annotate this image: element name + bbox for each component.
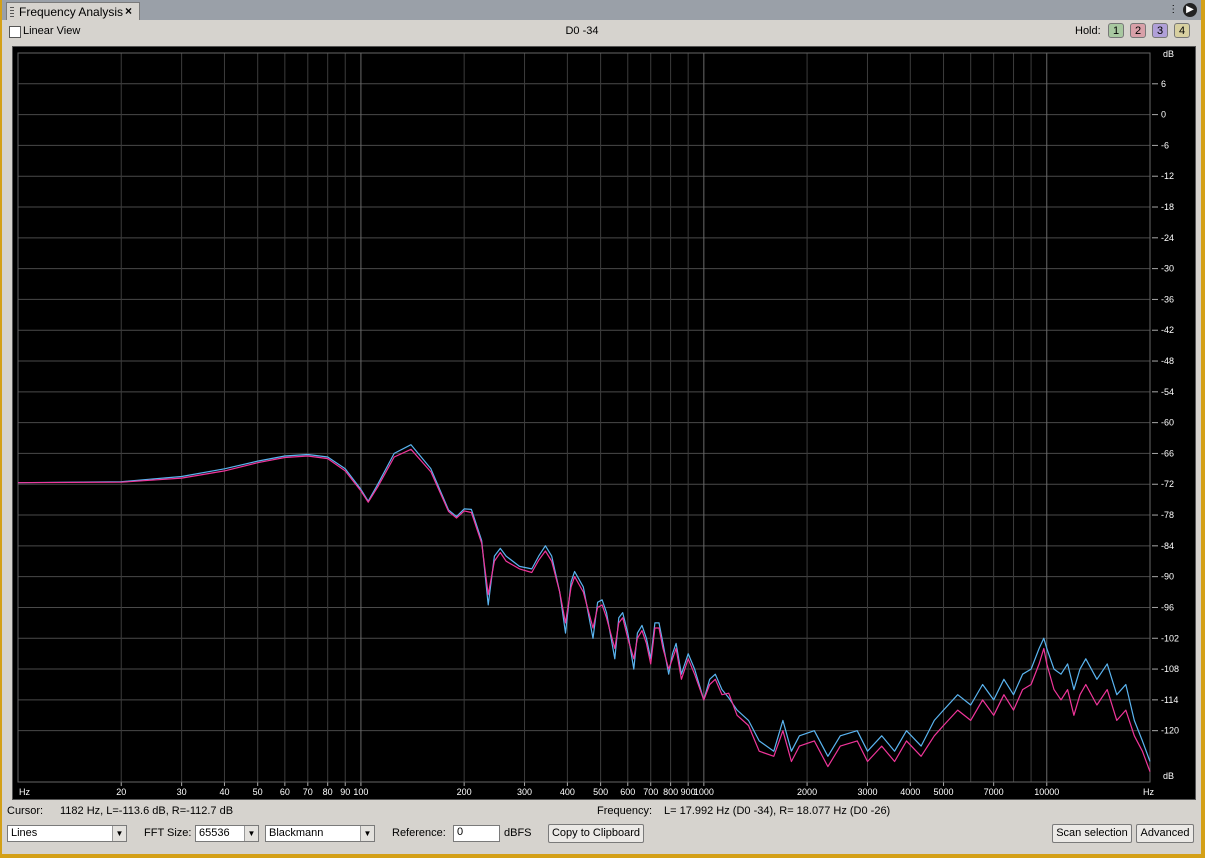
fft-size-label: FFT Size: bbox=[144, 827, 192, 839]
peak-readout: D0 -34 bbox=[565, 25, 599, 37]
x-tick-label: 1000 bbox=[694, 787, 714, 797]
scan-selection-button[interactable]: Scan selection bbox=[1052, 824, 1132, 843]
copy-to-clipboard-button[interactable]: Copy to Clipboard bbox=[548, 824, 644, 843]
reference-label: Reference: bbox=[392, 827, 446, 839]
linear-view-checkbox[interactable] bbox=[9, 26, 21, 38]
reference-unit: dBFS bbox=[504, 827, 532, 839]
y-tick-label: -78 bbox=[1161, 510, 1174, 520]
y-tick-label: 6 bbox=[1161, 79, 1166, 89]
y-axis-unit-bottom: dB bbox=[1163, 771, 1174, 781]
series-lines bbox=[17, 444, 1151, 772]
y-tick-label: -66 bbox=[1161, 448, 1174, 458]
x-tick-label: 60 bbox=[280, 787, 290, 797]
window-function-value: Blackmann bbox=[269, 827, 324, 839]
y-tick-label: -96 bbox=[1161, 602, 1174, 612]
frequency-value: L= 17.992 Hz (D0 -34), R= 18.077 Hz (D0 … bbox=[664, 805, 891, 817]
x-tick-label: 200 bbox=[457, 787, 472, 797]
window-function-select[interactable]: Blackmann ▼ bbox=[265, 825, 375, 842]
linear-view-label: Linear View bbox=[23, 25, 81, 37]
cursor-value: 1182 Hz, L=-113.6 dB, R=-112.7 dB bbox=[60, 805, 234, 817]
fft-size-value: 65536 bbox=[199, 827, 230, 839]
y-tick-label: -24 bbox=[1161, 233, 1174, 243]
x-tick-label: 90 bbox=[340, 787, 350, 797]
x-tick-label: 700 bbox=[643, 787, 658, 797]
x-tick-label: 4000 bbox=[900, 787, 920, 797]
panel-menu-icon[interactable]: ▶ bbox=[1183, 3, 1197, 17]
x-tick-label: 20 bbox=[116, 787, 126, 797]
reference-input[interactable]: 0 bbox=[453, 825, 500, 842]
y-tick-label: -54 bbox=[1161, 387, 1174, 397]
top-toolbar: Linear View D0 -34 Hold: 1 2 3 4 bbox=[2, 22, 1201, 42]
hold-button-4[interactable]: 4 bbox=[1174, 23, 1190, 38]
panel-grip-icon[interactable]: ⋮ bbox=[1166, 3, 1180, 17]
display-mode-value: Lines bbox=[11, 827, 38, 839]
chevron-down-icon: ▼ bbox=[112, 826, 126, 841]
y-tick-label: -72 bbox=[1161, 479, 1174, 489]
x-tick-label: 800 bbox=[663, 787, 678, 797]
frequency-label: Frequency: bbox=[597, 805, 653, 817]
cursor-label: Cursor: bbox=[7, 805, 44, 817]
x-tick-label: 400 bbox=[560, 787, 575, 797]
x-axis-unit-right: Hz bbox=[1143, 787, 1154, 797]
x-tick-label: 30 bbox=[177, 787, 187, 797]
hold-button-1[interactable]: 1 bbox=[1108, 23, 1124, 38]
chevron-down-icon: ▼ bbox=[244, 826, 258, 841]
y-tick-label: -114 bbox=[1161, 695, 1178, 705]
hold-button-3[interactable]: 3 bbox=[1152, 23, 1168, 38]
x-tick-label: 80 bbox=[323, 787, 333, 797]
grip-icon[interactable] bbox=[10, 7, 14, 17]
spectrum-plot[interactable]: dB dB Hz Hz 6 0 -6 -12 -18 -24 -30 -36 -42 -48 -54… bbox=[12, 46, 1196, 800]
x-tick-label: 5000 bbox=[934, 787, 954, 797]
y-tick-label: -12 bbox=[1161, 171, 1174, 181]
left-channel-line bbox=[17, 444, 1151, 762]
x-tick-label: 7000 bbox=[984, 787, 1004, 797]
y-tick-label: -42 bbox=[1161, 325, 1174, 335]
close-icon[interactable]: × bbox=[125, 4, 132, 18]
x-tick-label: 2000 bbox=[797, 787, 817, 797]
x-tick-label: 600 bbox=[620, 787, 635, 797]
plot-area-border bbox=[17, 52, 1151, 783]
x-tick-label: 100 bbox=[353, 787, 368, 797]
y-tick-label: -36 bbox=[1161, 294, 1174, 304]
y-tick-label: -120 bbox=[1161, 726, 1179, 736]
fft-size-select[interactable]: 65536 ▼ bbox=[195, 825, 259, 842]
advanced-button[interactable]: Advanced bbox=[1136, 824, 1194, 843]
y-axis-unit-top: dB bbox=[1163, 49, 1174, 59]
right-channel-line bbox=[17, 448, 1151, 772]
y-tick-label: -18 bbox=[1161, 202, 1174, 212]
y-tick-label: 0 bbox=[1161, 110, 1166, 120]
chevron-down-icon: ▼ bbox=[360, 826, 374, 841]
y-tick-label: -48 bbox=[1161, 356, 1174, 366]
y-tick-label: -84 bbox=[1161, 541, 1174, 551]
hold-label: Hold: bbox=[1075, 25, 1101, 37]
display-mode-select[interactable]: Lines ▼ bbox=[7, 825, 127, 842]
x-tick-label: 40 bbox=[219, 787, 229, 797]
hold-button-2[interactable]: 2 bbox=[1130, 23, 1146, 38]
y-tick-label: -108 bbox=[1161, 664, 1179, 674]
grid-lines bbox=[17, 52, 1158, 786]
y-tick-label: -6 bbox=[1161, 140, 1169, 150]
x-tick-label: 500 bbox=[593, 787, 608, 797]
spectrum-chart[interactable]: dB dB Hz Hz 60-6-12-18-24-30-36-42-48-54… bbox=[13, 47, 1195, 799]
x-tick-label: 300 bbox=[517, 787, 532, 797]
tab-frequency-analysis[interactable]: Frequency Analysis × bbox=[6, 2, 140, 20]
x-axis-unit-left: Hz bbox=[19, 787, 30, 797]
x-tick-label: 50 bbox=[253, 787, 263, 797]
x-tick-label: 70 bbox=[303, 787, 313, 797]
y-tick-label: -30 bbox=[1161, 264, 1174, 274]
tab-title: Frequency Analysis bbox=[19, 5, 124, 19]
tab-strip: Frequency Analysis × ⋮ ▶ bbox=[2, 0, 1201, 20]
y-tick-label: -102 bbox=[1161, 633, 1179, 643]
frequency-analysis-panel: Frequency Analysis × ⋮ ▶ Linear View D0 … bbox=[2, 0, 1201, 854]
panel-menu: ⋮ ▶ bbox=[1166, 3, 1197, 17]
x-tick-label: 3000 bbox=[857, 787, 877, 797]
y-tick-label: -90 bbox=[1161, 572, 1174, 582]
x-tick-label: 10000 bbox=[1034, 787, 1059, 797]
y-tick-label: -60 bbox=[1161, 418, 1174, 428]
